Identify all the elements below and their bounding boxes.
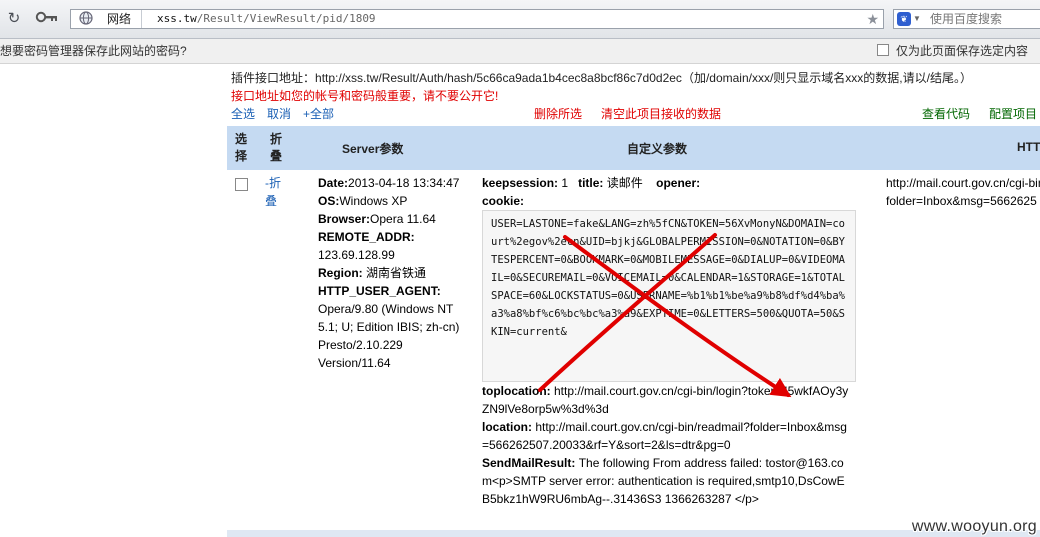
keepsession-key: keepsession: bbox=[482, 176, 559, 190]
url-host: xss.tw bbox=[157, 12, 197, 25]
api-url[interactable]: http://xss.tw/Result/Auth/hash/5c66ca9ad… bbox=[315, 71, 682, 85]
search-bar[interactable]: ❦ ▼ bbox=[893, 9, 1040, 29]
column-header-custom: 自定义参数 bbox=[627, 142, 688, 156]
cancel-select-link[interactable]: 取消 bbox=[267, 105, 291, 122]
server-params-cell: Date:2013-04-18 13:34:47 OS:Windows XP B… bbox=[318, 174, 468, 372]
config-project-link[interactable]: 配置项目 bbox=[989, 105, 1037, 122]
column-header-fold: 折叠 bbox=[269, 132, 282, 163]
sendmail-entry: SendMailResult: The following From addre… bbox=[482, 454, 852, 508]
watermark: www.wooyun.org bbox=[911, 518, 1037, 535]
delete-selected-link[interactable]: 删除所选 bbox=[534, 105, 582, 122]
api-label: 插件接口地址： bbox=[231, 71, 316, 85]
browser-key: Browser: bbox=[318, 212, 371, 226]
password-manager-bar: 想要密码管理器保存此网站的密码? 仅为此页面保存选定内容 bbox=[0, 39, 1040, 64]
address-bar[interactable]: 网络 xss.tw/Result/ViewResult/pid/1809 ★ bbox=[70, 9, 884, 29]
region-value: 湖南省铁通 bbox=[366, 266, 427, 280]
select-all-link[interactable]: 全选 bbox=[231, 105, 255, 122]
server-region: Region: 湖南省铁通 bbox=[318, 264, 468, 282]
site-security-label[interactable]: 网络 bbox=[103, 10, 143, 28]
http-line-1: http://mail.court.gov.cn/cgi-bin bbox=[886, 176, 1040, 190]
api-warning: 接口地址如您的帐号和密码般重要，请不要公开它! bbox=[231, 89, 499, 103]
save-page-only-checkbox[interactable] bbox=[877, 44, 889, 56]
fold-toggle-link[interactable]: -折叠 bbox=[265, 174, 285, 210]
location-entry: location: http://mail.court.gov.cn/cgi-b… bbox=[482, 418, 852, 454]
clear-project-data-link[interactable]: 清空此项目接收的数据 bbox=[601, 105, 721, 122]
baidu-icon[interactable]: ❦ bbox=[897, 12, 911, 26]
api-address-line: 插件接口地址：http://xss.tw/Result/Auth/hash/5c… bbox=[231, 69, 972, 86]
location-key: location: bbox=[482, 420, 532, 434]
toplocation-entry: toplocation: http://mail.court.gov.cn/cg… bbox=[482, 382, 852, 418]
keepsession-value: 1 bbox=[561, 176, 569, 190]
os-value: Windows XP bbox=[339, 194, 408, 208]
cookie-value-box: USER=LASTONE=fake&LANG=zh%5fCN&TOKEN=56X… bbox=[482, 210, 856, 382]
server-date: Date:2013-04-18 13:34:47 bbox=[318, 174, 468, 192]
star-icon[interactable]: ★ bbox=[866, 10, 879, 28]
custom-first-line: keepsession: 1 title: 读邮件 opener: bbox=[482, 174, 700, 192]
globe-icon bbox=[79, 11, 95, 27]
sendmail-key: SendMailResult: bbox=[482, 456, 576, 470]
remote-addr-value: 123.69.128.99 bbox=[318, 248, 395, 262]
custom-params-bottom: toplocation: http://mail.court.gov.cn/cg… bbox=[482, 382, 852, 508]
browser-value: Opera 11.64 bbox=[370, 212, 436, 226]
refresh-icon[interactable]: ↻ bbox=[4, 9, 24, 29]
save-page-only-label[interactable]: 仅为此页面保存选定内容 bbox=[896, 39, 1028, 63]
date-key: Date: bbox=[318, 176, 349, 190]
column-header-select: 选择 bbox=[234, 132, 247, 163]
browser-toolbar: ↻ 网络 xss.tw/Result/ViewResult/pid/1809 ★… bbox=[0, 0, 1040, 39]
user-agent-value: Opera/9.80 (Windows NT 5.1; U; Edition I… bbox=[318, 302, 460, 370]
search-input[interactable] bbox=[930, 10, 1038, 28]
url-text[interactable]: xss.tw/Result/ViewResult/pid/1809 bbox=[157, 10, 376, 28]
column-header-server: Server参数 bbox=[342, 142, 404, 156]
opener-key: opener: bbox=[656, 176, 701, 190]
key-icon[interactable] bbox=[34, 9, 60, 29]
url-path: /Result/ViewResult/pid/1809 bbox=[196, 12, 376, 25]
table-header: 选择 折叠 Server参数 自定义参数 HTT bbox=[227, 126, 1040, 170]
server-remote-addr: REMOTE_ADDR: 123.69.128.99 bbox=[318, 228, 468, 264]
password-prompt-text: 想要密码管理器保存此网站的密码? bbox=[0, 44, 187, 58]
http-line-2: folder=Inbox&msg=5662625 bbox=[886, 194, 1037, 208]
expand-all-link[interactable]: +全部 bbox=[303, 105, 334, 122]
server-browser: Browser:Opera 11.64 bbox=[318, 210, 468, 228]
row-select-checkbox[interactable] bbox=[235, 178, 248, 191]
api-note: （加/domain/xxx/则只显示域名xxx的数据,请以/结尾。） bbox=[681, 71, 972, 85]
os-key: OS: bbox=[318, 194, 340, 208]
region-key: Region: bbox=[318, 266, 363, 280]
remote-addr-key: REMOTE_ADDR: bbox=[318, 230, 415, 244]
toplocation-key: toplocation: bbox=[482, 384, 551, 398]
title-value: 读邮件 bbox=[606, 176, 643, 190]
column-header-http: HTT bbox=[1017, 140, 1040, 154]
title-key: title: bbox=[578, 176, 604, 190]
key-icon-graphic bbox=[35, 11, 57, 23]
location-value: http://mail.court.gov.cn/cgi-bin/readmai… bbox=[482, 420, 847, 452]
server-os: OS:Windows XP bbox=[318, 192, 468, 210]
date-value: 2013-04-18 13:34:47 bbox=[348, 176, 460, 190]
server-user-agent: HTTP_USER_AGENT: Opera/9.80 (Windows NT 5… bbox=[318, 282, 468, 372]
user-agent-key: HTTP_USER_AGENT: bbox=[318, 284, 441, 298]
chevron-down-icon[interactable]: ▼ bbox=[913, 10, 921, 28]
cookie-key: cookie: bbox=[482, 194, 525, 208]
view-code-link[interactable]: 查看代码 bbox=[922, 105, 970, 122]
cookie-label-line: cookie: bbox=[482, 192, 700, 210]
http-params-cell: http://mail.court.gov.cn/cgi-bin folder=… bbox=[886, 174, 1040, 210]
custom-params-top: keepsession: 1 title: 读邮件 opener: cookie… bbox=[482, 174, 700, 210]
